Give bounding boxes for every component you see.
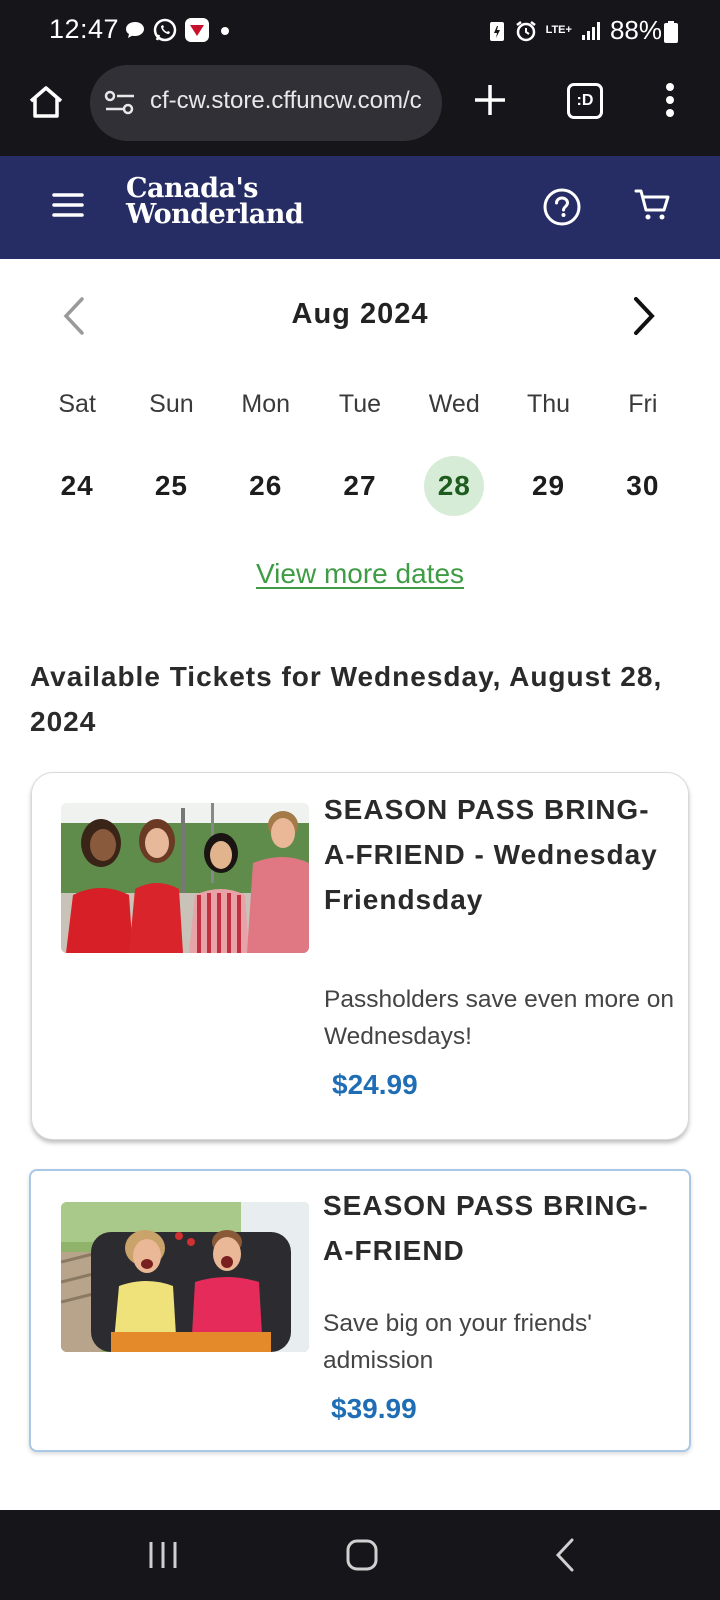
- system-navigation-bar: [0, 1510, 720, 1600]
- weekday-label: Fri: [628, 390, 658, 418]
- cart-icon[interactable]: [634, 188, 670, 222]
- logo-line-2: Wonderland: [126, 199, 304, 230]
- recent-apps-icon[interactable]: [148, 1540, 178, 1570]
- weekday-label: Wed: [428, 390, 480, 418]
- tab-switcher-button[interactable]: :D: [567, 83, 603, 119]
- chat-bubble-icon: [126, 22, 144, 38]
- month-label: Aug 2024: [291, 298, 429, 330]
- back-icon[interactable]: [555, 1538, 575, 1572]
- alarm-icon: [515, 20, 536, 41]
- battery-percent: 88%: [609, 15, 662, 45]
- ticket-description: Passholders save even more on Wednesdays…: [324, 986, 674, 1050]
- weekday-label: Tue: [338, 390, 382, 418]
- date-button[interactable]: 30: [613, 456, 673, 516]
- home-icon[interactable]: [26, 82, 66, 122]
- weekday-label: Sun: [149, 390, 194, 418]
- view-more-dates-link[interactable]: View more dates: [0, 558, 720, 590]
- date-button-selected[interactable]: 28: [424, 456, 485, 516]
- browser-toolbar: cf-cw.store.cffuncw.com/c :D: [0, 62, 720, 156]
- site-settings-icon[interactable]: [104, 89, 136, 117]
- date-button[interactable]: 27: [330, 456, 390, 516]
- ticket-photo-friends-walking: [61, 803, 309, 953]
- signal-icon: [581, 21, 600, 40]
- ticket-photo-roller-coaster: [61, 1202, 309, 1352]
- ticket-card[interactable]: SEASON PASS BRING-A-FRIEND - Wednesday F…: [31, 772, 689, 1140]
- status-right: LTE+ 88%: [488, 15, 662, 46]
- ticket-price: $39.99: [331, 1393, 417, 1424]
- date-row: 24 25 26 27 28 29 30: [30, 456, 690, 516]
- ticket-price: $24.99: [332, 1069, 418, 1100]
- whatsapp-icon: [153, 18, 177, 42]
- date-button[interactable]: 26: [236, 456, 296, 516]
- dot-icon: [221, 27, 229, 35]
- home-button-icon[interactable]: [346, 1538, 378, 1572]
- ticket-title: SEASON PASS BRING-A-FRIEND - Wednesday F…: [324, 794, 658, 915]
- new-tab-icon[interactable]: [472, 82, 508, 118]
- previous-month-icon[interactable]: [58, 296, 88, 336]
- weekday-label: Thu: [527, 390, 571, 418]
- ticket-title: SEASON PASS BRING-A-FRIEND: [323, 1190, 649, 1266]
- ticket-card[interactable]: SEASON PASS BRING-A-FRIEND Save big on y…: [29, 1169, 691, 1452]
- app-notification-icon: [185, 18, 209, 42]
- notification-icons: [124, 17, 234, 43]
- date-button[interactable]: 25: [141, 456, 201, 516]
- hamburger-menu-icon[interactable]: [52, 192, 84, 218]
- weekday-label: Sat: [58, 390, 96, 418]
- date-button[interactable]: 24: [47, 456, 107, 516]
- date-button[interactable]: 29: [519, 456, 579, 516]
- next-month-icon[interactable]: [630, 296, 660, 336]
- battery-saver-icon: [489, 21, 504, 41]
- more-options-icon[interactable]: [664, 82, 676, 118]
- weekday-header-row: Sat Sun Mon Tue Wed Thu Fri: [30, 390, 690, 419]
- weekday-label: Mon: [241, 390, 291, 418]
- address-bar[interactable]: cf-cw.store.cffuncw.com/c: [90, 65, 442, 141]
- status-bar: 12:47 LTE+ 88%: [0, 0, 720, 62]
- url-text: cf-cw.store.cffuncw.com/c: [150, 87, 422, 114]
- canadas-wonderland-logo[interactable]: Canada's Wonderland: [126, 175, 304, 230]
- ticket-description: Save big on your friends' admission: [323, 1310, 592, 1374]
- battery-icon: [664, 21, 678, 43]
- site-header: Canada's Wonderland: [0, 156, 720, 259]
- network-type: LTE+: [545, 24, 572, 36]
- help-icon[interactable]: [543, 188, 581, 226]
- available-tickets-heading: Available Tickets for Wednesday, August …: [30, 661, 663, 737]
- status-time: 12:47: [49, 14, 120, 44]
